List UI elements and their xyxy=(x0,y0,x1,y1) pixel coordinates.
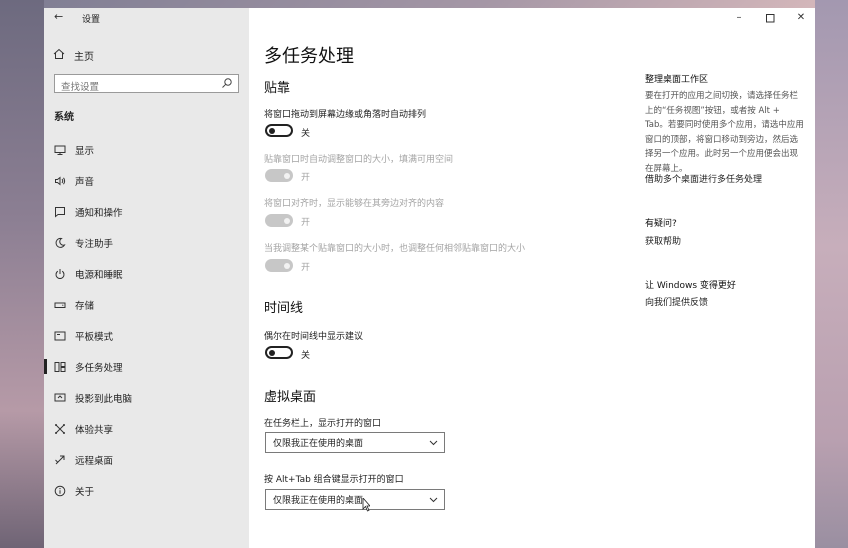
timeline-heading: 时间线 xyxy=(264,301,304,316)
chevron-down-icon xyxy=(429,497,438,503)
chevron-down-icon xyxy=(429,440,438,446)
timeline-option-label: 偶尔在时间线中显示建议 xyxy=(264,332,364,342)
sidebar-item-label: 体验共享 xyxy=(75,424,114,436)
desktop-background-right xyxy=(815,0,848,548)
power-icon xyxy=(53,267,67,281)
sidebar-item-label: 显示 xyxy=(75,145,95,157)
dropdown-value: 仅限我正在使用的桌面 xyxy=(273,439,364,449)
feedback-link[interactable]: 向我们提供反馈 xyxy=(645,295,708,308)
info-icon xyxy=(53,484,67,498)
sidebar-item-sound[interactable]: 声音 xyxy=(44,165,249,196)
snap-toggle[interactable] xyxy=(265,124,293,137)
timeline-toggle[interactable] xyxy=(265,346,293,359)
taskbar-windows-label: 在任务栏上，显示打开的窗口 xyxy=(264,419,382,429)
tablet-icon xyxy=(53,329,67,343)
app-title: 设置 xyxy=(82,15,101,25)
toggle-knob xyxy=(284,172,290,179)
sidebar: ← 设置 主页 系统 显示 声音 通知和操作 xyxy=(44,8,249,548)
monitor-icon xyxy=(53,143,67,157)
main-content: 多任务处理 贴靠 将窗口拖动到屏幕边缘或角落时自动排列 关 贴靠窗口时自动调整窗… xyxy=(249,8,815,548)
toggle-state: 开 xyxy=(301,263,311,273)
toggle-knob xyxy=(284,217,290,224)
taskbar-windows-dropdown[interactable]: 仅限我正在使用的桌面 xyxy=(265,432,445,453)
alt-tab-dropdown[interactable]: 仅限我正在使用的桌面 xyxy=(265,489,445,510)
dropdown-value: 仅限我正在使用的桌面 xyxy=(273,496,364,506)
sidebar-item-notifications[interactable]: 通知和操作 xyxy=(44,196,249,227)
get-help-link[interactable]: 获取帮助 xyxy=(645,234,681,247)
back-arrow-icon[interactable]: ← xyxy=(54,10,63,23)
aside-description: 要在打开的应用之间切换，请选择任务栏上的“任务视图”按钮，或者按 Alt + T… xyxy=(645,91,804,174)
sidebar-item-label: 投影到此电脑 xyxy=(75,393,133,405)
toggle-knob xyxy=(269,127,275,134)
snap-fill-toggle[interactable] xyxy=(265,169,293,182)
sidebar-item-storage[interactable]: 存储 xyxy=(44,289,249,320)
sidebar-item-label: 专注助手 xyxy=(75,238,114,250)
notification-icon xyxy=(53,205,67,219)
title-bar: ← 设置 xyxy=(44,8,249,28)
snap-resize-toggle[interactable] xyxy=(265,259,293,272)
sidebar-item-shared-experiences[interactable]: 体验共享 xyxy=(44,413,249,444)
section-label: 系统 xyxy=(54,112,74,123)
storage-icon xyxy=(53,298,67,312)
aside-heading: 整理桌面工作区 xyxy=(645,75,709,85)
speaker-icon xyxy=(53,174,67,188)
sidebar-item-label: 多任务处理 xyxy=(75,362,123,374)
remote-desktop-icon xyxy=(53,453,67,467)
sidebar-item-label: 存储 xyxy=(75,300,95,312)
sidebar-item-home[interactable]: 主页 xyxy=(52,46,94,64)
toggle-knob xyxy=(269,349,275,356)
snap-option-label: 将窗口拖动到屏幕边缘或角落时自动排列 xyxy=(264,110,427,120)
project-icon xyxy=(53,391,67,405)
sidebar-item-display[interactable]: 显示 xyxy=(44,134,249,165)
mouse-cursor-icon xyxy=(362,498,370,512)
sidebar-item-label: 关于 xyxy=(75,486,95,498)
settings-window: ← 设置 主页 系统 显示 声音 通知和操作 xyxy=(44,8,815,548)
alt-tab-label: 按 Alt+Tab 组合键显示打开的窗口 xyxy=(264,475,404,485)
sidebar-item-remote-desktop[interactable]: 远程桌面 xyxy=(44,444,249,475)
snap-fill-option-label: 贴靠窗口时自动调整窗口的大小，填满可用空间 xyxy=(264,155,454,165)
sidebar-item-label: 通知和操作 xyxy=(75,207,123,219)
questions-heading: 有疑问? xyxy=(645,219,677,229)
sidebar-item-label: 声音 xyxy=(75,176,95,188)
page-title: 多任务处理 xyxy=(264,46,354,67)
sidebar-item-tablet-mode[interactable]: 平板模式 xyxy=(44,320,249,351)
share-icon xyxy=(53,422,67,436)
sidebar-item-label: 平板模式 xyxy=(75,331,114,343)
improve-heading: 让 Windows 变得更好 xyxy=(645,281,736,291)
sidebar-item-project-to-pc[interactable]: 投影到此电脑 xyxy=(44,382,249,413)
moon-icon xyxy=(53,236,67,250)
home-icon xyxy=(52,48,66,63)
multitasking-icon xyxy=(53,360,67,374)
virtual-desktops-heading: 虚拟桌面 xyxy=(264,390,317,405)
snap-assist-option-label: 将窗口对齐时，显示能够在其旁边对齐的内容 xyxy=(264,199,445,209)
toggle-state: 开 xyxy=(301,218,311,228)
sidebar-item-label: 远程桌面 xyxy=(75,455,114,467)
sidebar-item-power-sleep[interactable]: 电源和睡眠 xyxy=(44,258,249,289)
sidebar-nav: 显示 声音 通知和操作 专注助手 电源和睡眠 存储 平板模式 多任务处理 投影到… xyxy=(44,134,249,506)
sidebar-item-label: 电源和睡眠 xyxy=(75,269,123,281)
sidebar-item-label: 主页 xyxy=(74,51,94,63)
sidebar-item-about[interactable]: 关于 xyxy=(44,475,249,506)
toggle-state: 关 xyxy=(301,129,311,139)
snap-assist-toggle[interactable] xyxy=(265,214,293,227)
snap-resize-option-label: 当我调整某个贴靠窗口的大小时，也调整任何相邻贴靠窗口的大小 xyxy=(264,244,526,254)
search-icon[interactable] xyxy=(221,77,233,89)
search-input[interactable] xyxy=(55,79,215,96)
toggle-knob xyxy=(284,262,290,269)
desktop-background-left xyxy=(0,0,44,548)
multitask-link[interactable]: 借助多个桌面进行多任务处理 xyxy=(645,172,762,185)
sidebar-item-multitasking[interactable]: 多任务处理 xyxy=(44,351,249,382)
toggle-state: 关 xyxy=(301,351,311,361)
toggle-state: 开 xyxy=(301,173,311,183)
snap-heading: 贴靠 xyxy=(264,81,291,96)
search-box[interactable] xyxy=(54,74,239,96)
sidebar-item-focus-assist[interactable]: 专注助手 xyxy=(44,227,249,258)
